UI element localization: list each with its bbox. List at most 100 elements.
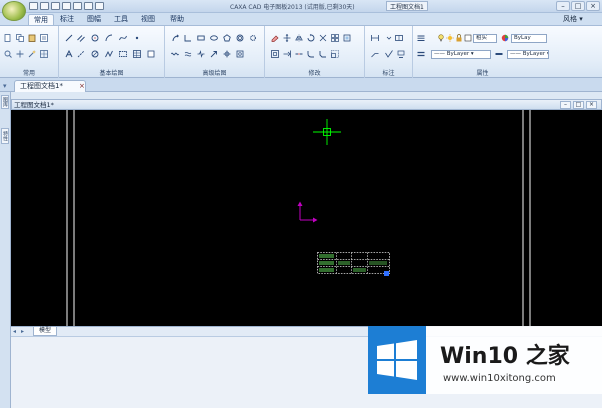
explode-icon[interactable] (343, 34, 351, 42)
tab-annotate[interactable]: 标注 (55, 14, 79, 25)
rotate-icon[interactable] (307, 34, 315, 42)
datum-icon[interactable] (397, 50, 405, 58)
tab-view[interactable]: 视图 (136, 14, 160, 25)
layer-color-icon[interactable] (464, 34, 472, 42)
hole-icon[interactable] (236, 50, 244, 58)
rectangle-icon[interactable] (197, 34, 205, 42)
ellipse-icon[interactable] (210, 34, 218, 42)
erase-icon[interactable] (271, 34, 279, 42)
new-icon[interactable] (4, 34, 12, 42)
ring-icon[interactable] (236, 34, 244, 42)
point-icon[interactable] (133, 34, 141, 42)
center-line-icon[interactable] (77, 50, 85, 58)
more-draw-icon[interactable] (147, 50, 155, 58)
rotate-line-icon[interactable] (171, 34, 179, 42)
color-wheel-icon[interactable] (501, 34, 509, 42)
scale-icon[interactable] (331, 50, 339, 58)
center-mark-icon[interactable] (223, 50, 231, 58)
extend-icon[interactable] (283, 50, 291, 58)
grip-handle[interactable] (384, 271, 389, 276)
layer-select[interactable]: 粗实 (473, 34, 497, 43)
layer-lock-icon[interactable] (455, 34, 463, 42)
color-select[interactable]: ByLay (511, 34, 547, 43)
offset-icon[interactable] (271, 50, 279, 58)
copy-icon[interactable] (16, 34, 24, 42)
break-icon[interactable] (295, 50, 303, 58)
style-menu[interactable]: 风格 ▾ (563, 14, 583, 25)
undo-icon[interactable] (73, 2, 82, 10)
save-icon[interactable] (51, 2, 60, 10)
mirror-icon[interactable] (295, 34, 303, 42)
layer-sun-icon[interactable] (446, 34, 454, 42)
leader-icon[interactable] (371, 50, 379, 58)
rail-tab-properties[interactable]: 特性 (1, 128, 9, 144)
trim-icon[interactable] (319, 34, 327, 42)
ribbon-group-basic-draw: 基本绘图 (59, 26, 165, 78)
drawing-canvas[interactable] (11, 110, 602, 326)
prev-layout-icon[interactable]: ◂ (13, 327, 16, 336)
polygon-icon[interactable] (223, 34, 231, 42)
pan-icon[interactable] (16, 50, 24, 58)
double-line-icon[interactable] (184, 50, 192, 58)
tab-sheet[interactable]: 图幅 (82, 14, 106, 25)
circle-icon[interactable] (91, 34, 99, 42)
tab-help[interactable]: 帮助 (165, 14, 189, 25)
break-line-icon[interactable] (197, 50, 205, 58)
wave-line-icon[interactable] (171, 50, 179, 58)
linewidth-select[interactable]: —— ByLayer ▾ (507, 50, 549, 59)
linetype-select[interactable]: —— ByLayer ▾ (431, 50, 491, 59)
minimize-button[interactable]: – (556, 1, 570, 11)
app-logo[interactable] (2, 1, 26, 21)
tab-tools[interactable]: 工具 (109, 14, 133, 25)
dimension-icon[interactable] (371, 34, 379, 42)
quick-access-more-icon[interactable] (95, 2, 104, 10)
linewidth-icon[interactable] (495, 50, 503, 58)
match-icon[interactable] (28, 50, 36, 58)
rail-tab-library[interactable]: 图库 (1, 95, 9, 109)
chamfer-icon[interactable] (319, 50, 327, 58)
zoom-icon[interactable] (4, 50, 12, 58)
line-icon[interactable] (65, 34, 73, 42)
fillet-icon[interactable] (307, 50, 315, 58)
arc-icon[interactable] (105, 34, 113, 42)
spline-icon[interactable] (119, 34, 127, 42)
arrow-icon[interactable] (210, 50, 218, 58)
grid-icon[interactable] (40, 50, 48, 58)
roughness-icon[interactable] (385, 50, 393, 58)
move-icon[interactable] (283, 34, 291, 42)
angle-line-icon[interactable] (184, 34, 192, 42)
model-tab[interactable]: 模型 (33, 327, 57, 336)
drawing-window-title: 工程图文档1* (14, 101, 54, 109)
redo-icon[interactable] (84, 2, 93, 10)
linetype-icon[interactable] (417, 50, 425, 58)
paste-icon[interactable] (28, 34, 36, 42)
watermark-brand: Win10 之家 (440, 344, 570, 369)
open-file-icon[interactable] (40, 2, 49, 10)
document-tab-close-icon[interactable]: × (79, 81, 85, 92)
line-weight-icon[interactable] (417, 34, 425, 42)
gear-icon[interactable] (249, 34, 257, 42)
block-icon[interactable] (119, 50, 127, 58)
print-icon[interactable] (62, 2, 71, 10)
table-icon[interactable] (133, 50, 141, 58)
drawing-close-button[interactable]: × (586, 101, 597, 109)
text-icon[interactable] (65, 50, 73, 58)
document-tab[interactable]: 工程图文档1* × (14, 80, 86, 92)
properties-icon[interactable] (40, 34, 48, 42)
polyline-icon[interactable] (105, 50, 113, 58)
drawing-minimize-button[interactable]: – (560, 101, 571, 109)
drawing-restore-button[interactable]: □ (573, 101, 584, 109)
hatch-icon[interactable] (91, 50, 99, 58)
dimension-dropdown-icon[interactable] (385, 34, 393, 42)
parallel-line-icon[interactable] (77, 34, 85, 42)
close-button[interactable]: × (586, 1, 600, 11)
maximize-button[interactable]: □ (571, 1, 585, 11)
title-block[interactable] (317, 252, 390, 277)
tab-menu-icon[interactable]: ▾ (3, 82, 11, 90)
tolerance-icon[interactable] (395, 34, 403, 42)
layer-bulb-icon[interactable] (437, 34, 445, 42)
tab-common[interactable]: 常用 (28, 14, 54, 25)
new-file-icon[interactable] (29, 2, 38, 10)
next-layout-icon[interactable]: ▸ (21, 327, 24, 336)
array-icon[interactable] (331, 34, 339, 42)
